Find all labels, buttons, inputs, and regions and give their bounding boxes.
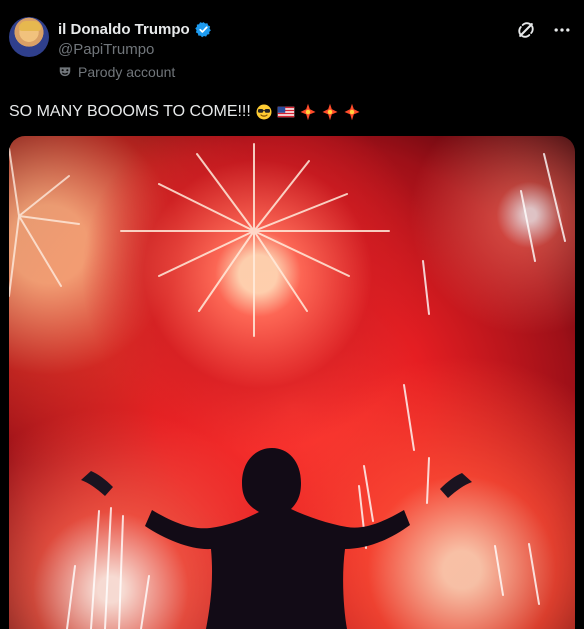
name-row: il Donaldo Trumpo [58, 19, 212, 39]
man-silhouette [81, 448, 472, 629]
top-actions [516, 20, 572, 40]
verified-badge-icon [194, 21, 211, 37]
more-icon[interactable] [552, 20, 572, 40]
post-header: il Donaldo Trumpo @PapiTrumpo Parody acc… [0, 0, 584, 95]
fireworks-illustration [9, 143, 566, 629]
grok-icon[interactable] [516, 20, 536, 40]
post-text: SO MANY BOOOMS TO COME!!! [9, 103, 251, 120]
left-firework-burst [9, 147, 80, 297]
sparkle-burst-emoji-icon-1 [300, 103, 316, 121]
main-firework-burst [120, 143, 390, 337]
post-media-image[interactable] [9, 136, 575, 629]
sparkle-burst-emoji-icon-2 [322, 103, 338, 121]
handle[interactable]: @PapiTrumpo [58, 41, 154, 58]
post-text-row: SO MANY BOOOMS TO COME!!! [9, 103, 361, 121]
avatar[interactable] [9, 17, 49, 57]
sunglasses-emoji-icon [256, 104, 272, 120]
emoji-run [255, 103, 361, 121]
sparkle-burst-emoji-icon-3 [344, 103, 360, 121]
parody-mask-icon [59, 67, 71, 77]
parody-label: Parody account [78, 64, 176, 80]
parody-label-row: Parody account [58, 64, 175, 80]
us-flag-emoji-icon [277, 106, 295, 118]
display-name[interactable]: il Donaldo Trumpo [58, 21, 190, 38]
